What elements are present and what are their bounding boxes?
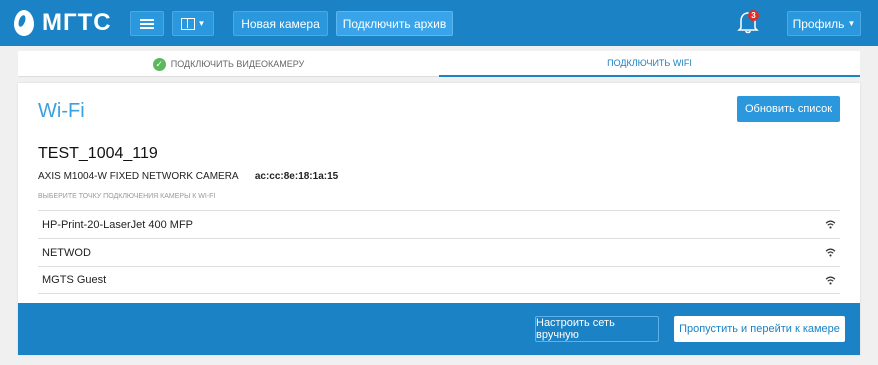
logo-icon <box>14 10 34 36</box>
device-name: TEST_1004_119 <box>38 145 158 162</box>
menu-button[interactable] <box>130 11 164 36</box>
layout-icon <box>180 17 195 30</box>
check-icon: ✓ <box>152 57 166 71</box>
layout-dropdown-button[interactable]: ▼ <box>172 11 214 36</box>
device-info: AXIS M1004-W FIXED NETWORK CAMERA ac:cc:… <box>38 171 338 182</box>
profile-label: Профиль <box>792 16 845 31</box>
caret-down-icon: ▼ <box>847 19 856 28</box>
device-model: AXIS M1004-W FIXED NETWORK CAMERA <box>38 171 239 182</box>
connect-archive-button[interactable]: Подключить архив <box>336 11 453 36</box>
notifications-button[interactable]: 3 <box>737 10 759 36</box>
wizard-steps: ✓ подключить видеокамеру подключить wifi <box>18 51 860 77</box>
network-item[interactable]: NETWOD <box>38 238 840 266</box>
caret-down-icon: ▼ <box>197 19 206 28</box>
step-connect-wifi[interactable]: подключить wifi <box>439 51 860 77</box>
wifi-panel: Wi-Fi Обновить список TEST_1004_119 AXIS… <box>18 83 860 355</box>
refresh-list-button[interactable]: Обновить список <box>737 96 840 122</box>
logo-text: МГТС <box>42 9 112 36</box>
hamburger-icon <box>140 18 154 29</box>
device-mac: ac:cc:8e:18:1a:15 <box>254 171 339 182</box>
wifi-icon <box>825 276 836 285</box>
logo[interactable]: МГТС <box>14 8 112 38</box>
step-label: подключить видеокамеру <box>170 59 305 69</box>
wifi-icon <box>825 220 836 229</box>
step-label: подключить wifi <box>607 58 692 68</box>
skip-to-camera-button[interactable]: Пропустить и перейти к камере <box>674 316 845 342</box>
page-title: Wi-Fi <box>38 100 85 122</box>
step-connect-camera[interactable]: ✓ подключить видеокамеру <box>18 51 439 77</box>
manual-setup-button[interactable]: Настроить сеть вручную <box>535 316 659 342</box>
panel-footer: Настроить сеть вручную Пропустить и пере… <box>18 303 860 355</box>
network-item[interactable]: MGTS Guest <box>38 266 840 294</box>
top-navbar: МГТС ▼ Новая камера Подключить архив 3 П… <box>0 0 878 46</box>
wifi-icon <box>825 248 836 257</box>
notification-badge: 3 <box>748 10 759 21</box>
network-ssid: NETWOD <box>42 246 91 259</box>
network-item[interactable]: HP-Print-20-LaserJet 400 MFP <box>38 210 840 238</box>
profile-dropdown-button[interactable]: Профиль ▼ <box>787 11 861 36</box>
network-list: HP-Print-20-LaserJet 400 MFP NETWOD MGTS… <box>38 210 840 294</box>
network-ssid: MGTS Guest <box>42 274 107 286</box>
new-camera-button[interactable]: Новая камера <box>233 11 328 36</box>
network-hint: Выберите точку подключения камеры к WI-F… <box>38 193 216 200</box>
network-ssid: HP-Print-20-LaserJet 400 MFP <box>42 218 193 231</box>
